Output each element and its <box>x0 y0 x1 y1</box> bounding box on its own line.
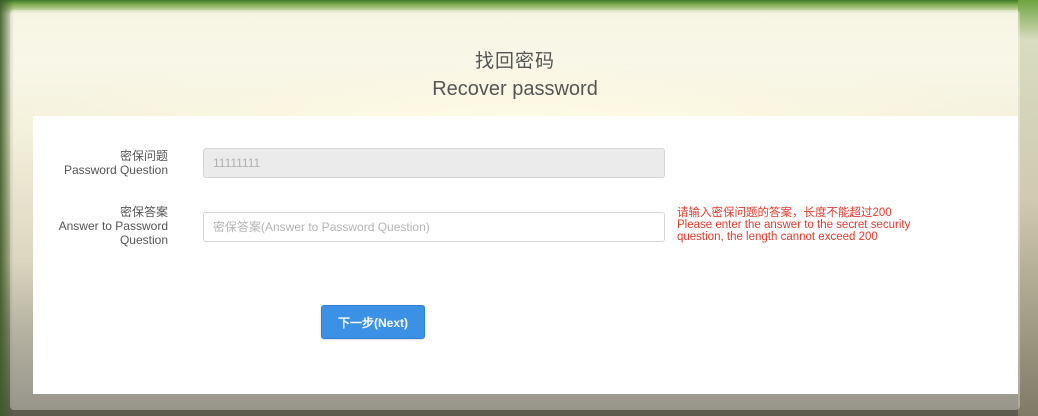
question-label-en: Password Question <box>63 163 168 177</box>
answer-error-en: Please enter the answer to the secret se… <box>677 219 911 243</box>
answer-label-en-line1: Answer to Password <box>58 219 168 233</box>
next-button[interactable]: 下一步(Next) <box>321 305 425 339</box>
question-field: 11111111 <box>203 148 665 178</box>
page-title-cn: 找回密码 <box>474 51 555 72</box>
question-label-cn: 密保问题 <box>119 149 168 163</box>
page-title-en: Recover password <box>432 78 598 100</box>
answer-label-cn: 密保答案 <box>119 205 168 219</box>
answer-error-message: 请输入密保问题的答案，长度不能超过200 Please enter the an… <box>677 207 947 243</box>
answer-error-cn: 请输入密保问题的答案，长度不能超过200 <box>677 207 892 219</box>
answer-label: 密保答案 Answer to Password Question <box>59 205 168 247</box>
form-card: 密保问题 Password Question 11111111 密保答案 Ans… <box>33 116 1018 394</box>
answer-label-en-line2: Question <box>119 233 168 247</box>
question-label: 密保问题 Password Question <box>64 149 168 177</box>
answer-input[interactable] <box>203 212 665 242</box>
page-header: 找回密码 Recover password <box>10 46 1020 101</box>
